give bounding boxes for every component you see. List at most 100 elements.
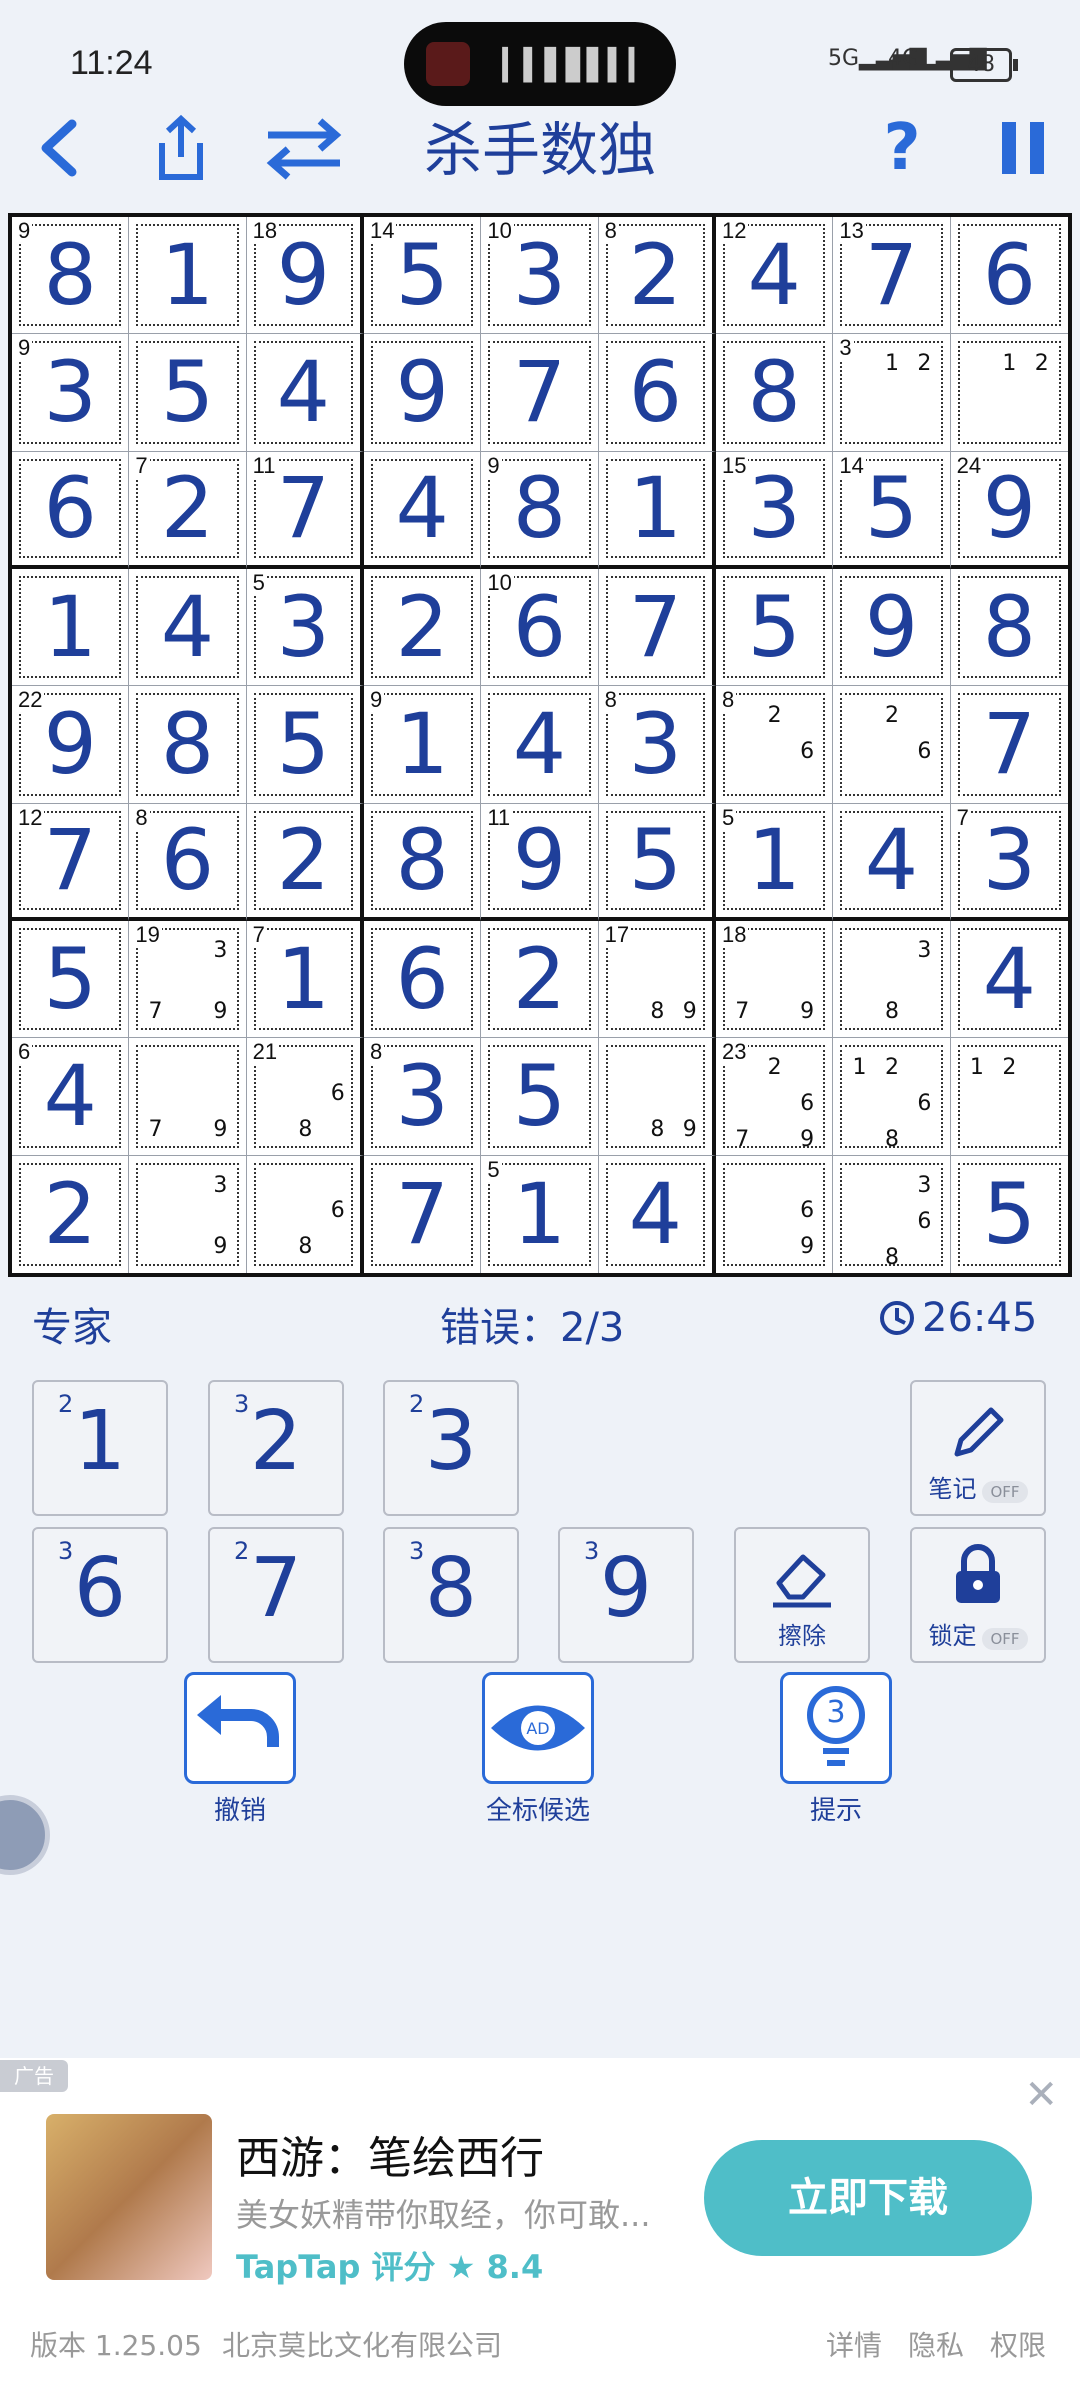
cell-value: 2 [43,1165,97,1264]
game-timer: 26:45 [878,1295,1037,1341]
cell-value: 5 [276,695,331,794]
help-button[interactable]: ? [874,108,930,188]
grid-cell[interactable]: 1 [129,217,247,335]
grid-cell[interactable]: 8 [364,803,482,921]
grid-cell[interactable]: 6 [12,451,130,569]
notes-toggle-button[interactable]: 笔记 OFF [910,1380,1046,1516]
note-digit [139,1050,171,1081]
ad-close-icon[interactable]: ✕ [1024,2072,1058,2118]
digit-key[interactable]: 23 [383,1380,519,1516]
cell-notes: 1268 [843,1050,940,1152]
lock-toggle-button[interactable]: 锁定 OFF [910,1527,1046,1663]
grid-cell[interactable]: 5 [246,686,364,804]
note-digit [758,1122,790,1158]
note-digit: 6 [917,1208,932,1234]
note-digit [876,734,908,770]
note-digit [139,1204,171,1229]
cell-notes: 3 7 9 [139,933,236,1030]
floating-assistant-button[interactable] [0,1795,50,1875]
digit-key[interactable]: 32 [208,1380,344,1516]
note-digit [843,734,875,770]
grid-cell[interactable]: 4 [833,803,951,921]
grid-cell[interactable]: 6 [950,217,1068,335]
grid-cell[interactable]: 2 [246,803,364,921]
note-digit [139,1168,171,1204]
cell-value: 7 [512,343,567,442]
privacy-link[interactable]: 隐私 [908,2324,964,2364]
grid-cell[interactable]: 7 [364,1155,482,1273]
note-digit: 6 [917,739,932,765]
cell-notes: 12 [961,346,1058,443]
note-digit [641,1081,673,1112]
grid-cell[interactable]: 5 [12,921,130,1039]
digit-key[interactable]: 27 [208,1527,344,1663]
grid-cell[interactable]: 2 [12,1155,130,1273]
digit-label: 7 [249,1541,303,1636]
grid-cell[interactable]: 7 [598,569,716,687]
note-digit [257,1112,289,1148]
clock-icon [880,1301,914,1335]
cell-value: 8 [160,695,215,794]
grid-cell[interactable]: 5 [481,1038,599,1156]
note-digit [257,1229,289,1265]
grid-cell[interactable]: 9 [833,569,951,687]
pause-button[interactable] [994,108,1054,188]
note-digit: 8 [298,1116,313,1142]
cage-sum: 18 [250,218,280,244]
grid-cell[interactable]: 4 [246,334,364,452]
permissions-link[interactable]: 权限 [990,2324,1046,2364]
grid-cell[interactable]: 7 [950,686,1068,804]
note-digit: 6 [917,1091,932,1117]
undo-button[interactable] [184,1672,296,1784]
digit-key[interactable]: 21 [32,1380,168,1516]
cell-notes: 39 [139,1168,236,1265]
grid-cell[interactable]: 5 [129,334,247,452]
grid-cell[interactable]: 4 [129,569,247,687]
note-digit: 3 [213,1172,228,1198]
grid-cell[interactable]: 7 [481,334,599,452]
hint-button[interactable]: 3 [780,1672,892,1784]
grid-cell[interactable]: 4 [481,686,599,804]
digit-key[interactable]: 38 [383,1527,519,1663]
note-digit: 2 [767,703,782,729]
note-digit [961,382,993,413]
cell-value: 7 [395,1165,449,1264]
cell-notes: 26 7 9 [726,1050,823,1152]
grid-cell[interactable]: 6 [598,334,716,452]
cage-sum: 9 [16,218,33,244]
show-all-candidates-button[interactable]: AD [482,1672,594,1784]
grid-cell[interactable]: 2 [481,921,599,1039]
grid-cell[interactable]: 1 [12,569,130,687]
digit-key[interactable]: 36 [32,1527,168,1663]
grid-cell[interactable]: 5 [716,569,834,687]
note-digit: 1 [969,1055,984,1081]
grid-cell[interactable]: 8 [950,569,1068,687]
grid-cell[interactable]: 4 [599,1155,716,1273]
digit-key[interactable]: 39 [558,1527,694,1663]
note-digit: 3 [917,938,932,963]
details-link[interactable]: 详情 [826,2324,882,2364]
grid-cell[interactable]: 1 [598,451,716,569]
grid-cell[interactable]: 4 [950,921,1068,1039]
digit-label: 1 [73,1394,127,1489]
grid-cell[interactable]: 8 [716,334,834,452]
note-digit: 9 [213,999,228,1025]
cell-notes: 89 [609,933,706,1030]
grid-cell[interactable]: 5 [951,1156,1068,1273]
note-digit [322,1168,354,1193]
download-button[interactable]: 立即下载 [704,2140,1032,2256]
grid-cell[interactable]: 4 [364,451,482,569]
grid-cell[interactable]: 6 [364,921,482,1039]
note-digit [843,1122,875,1158]
cage-sum: 9 [16,335,33,362]
grid-cell[interactable]: 2 [364,569,482,687]
note-digit [139,969,171,994]
grid-cell[interactable]: 9 [364,334,482,452]
grid-cell[interactable]: 5 [598,803,716,921]
ad-title: 西游：笔绘西行 [236,2133,544,2184]
cage-sum: 12 [720,218,749,244]
grid-cell[interactable]: 8 [129,686,247,804]
erase-button[interactable]: 擦除 [734,1527,870,1663]
note-digit: 7 [148,999,163,1025]
cage-sum: 24 [954,452,984,479]
